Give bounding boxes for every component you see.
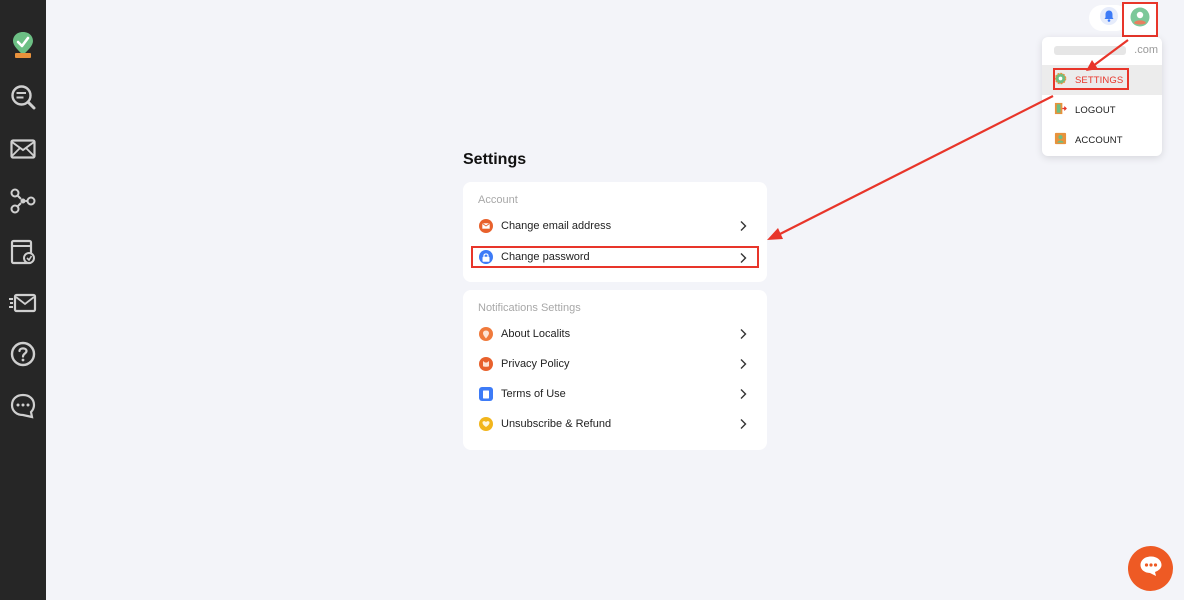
terms-of-use-row[interactable]: Terms of Use [471, 382, 759, 406]
chevron-right-icon [737, 328, 749, 340]
menu-item-account[interactable]: ACCOUNT [1042, 125, 1162, 155]
privacy-icon [479, 357, 493, 371]
bell-icon [1100, 6, 1118, 30]
lock-icon [479, 250, 493, 264]
chat-icon [1139, 555, 1163, 582]
email-redaction [1054, 46, 1126, 55]
user-avatar-icon [1130, 7, 1150, 32]
privacy-policy-row[interactable]: Privacy Policy [471, 352, 759, 376]
arrow-head-password [767, 228, 783, 240]
chat-support-button[interactable] [1128, 546, 1173, 591]
change-email-row[interactable]: Change email address [471, 214, 759, 238]
location-pin-icon [479, 327, 493, 341]
about-localits-row[interactable]: About Localits [471, 322, 759, 346]
unsubscribe-refund-row[interactable]: Unsubscribe & Refund [471, 412, 759, 436]
help-icon[interactable] [9, 340, 37, 368]
heart-icon [479, 417, 493, 431]
user-email: .com [1042, 44, 1162, 58]
user-menu-dropdown: .com SETTINGS LOGOUT ACCOUNT [1042, 37, 1162, 156]
change-password-row[interactable]: Change password [471, 246, 759, 268]
settings-annotation-box [1053, 68, 1129, 90]
chevron-right-icon [737, 252, 749, 264]
document-icon [479, 387, 493, 401]
chat-bubble-icon[interactable] [9, 392, 37, 420]
account-section-heading: Account [478, 194, 518, 206]
account-card: Account Change email address Change pass… [463, 182, 767, 282]
notifications-section-heading: Notifications Settings [478, 302, 581, 314]
chevron-right-icon [737, 388, 749, 400]
browser-window-icon[interactable] [9, 238, 37, 266]
menu-item-logout[interactable]: LOGOUT [1042, 95, 1162, 125]
chevron-right-icon [737, 220, 749, 232]
page-title: Settings [463, 151, 527, 168]
app-logo-icon[interactable] [9, 31, 37, 59]
account-badge-icon [1054, 132, 1067, 148]
network-icon[interactable] [9, 187, 37, 215]
envelope-icon [479, 219, 493, 233]
arrow-to-password [779, 95, 1054, 235]
search-list-icon[interactable] [9, 83, 37, 111]
chevron-right-icon [737, 418, 749, 430]
sidebar [0, 0, 46, 600]
mail-icon[interactable] [9, 135, 37, 163]
notifications-card: Notifications Settings About Localits Pr… [463, 290, 767, 450]
logout-door-icon [1054, 102, 1067, 118]
send-mail-icon[interactable] [9, 289, 37, 317]
user-avatar-button[interactable] [1122, 2, 1158, 37]
chevron-right-icon [737, 358, 749, 370]
